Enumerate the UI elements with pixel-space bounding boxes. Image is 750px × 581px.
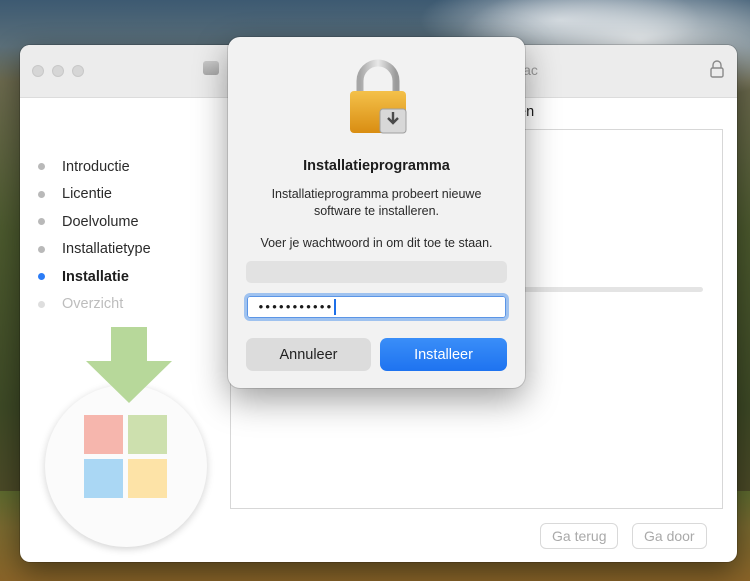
install-button[interactable]: Installeer bbox=[380, 338, 507, 371]
minimize-button[interactable] bbox=[52, 65, 64, 77]
username-field[interactable] bbox=[246, 261, 507, 283]
installer-logo-circle bbox=[45, 385, 207, 547]
logo-tile-blue bbox=[84, 459, 123, 498]
step-label: Licentie bbox=[62, 186, 112, 203]
back-button[interactable]: Ga terug bbox=[540, 523, 619, 549]
step-label: Introductie bbox=[62, 158, 130, 175]
logo-tile-red bbox=[84, 415, 123, 454]
step-licentie: Licentie bbox=[38, 181, 151, 209]
download-arrow-icon bbox=[86, 327, 172, 403]
cancel-button[interactable]: Annuleer bbox=[246, 338, 371, 371]
step-doelvolume: Doelvolume bbox=[38, 208, 151, 236]
step-bullet bbox=[38, 190, 45, 198]
lock-icon[interactable] bbox=[709, 59, 725, 79]
step-label: Overzicht bbox=[62, 296, 124, 313]
step-label: Installatietype bbox=[62, 241, 151, 258]
dialog-title: Installatieprogramma bbox=[303, 158, 450, 174]
step-introductie: Introductie bbox=[38, 153, 151, 181]
step-bullet bbox=[38, 163, 45, 171]
logo-tile-green bbox=[128, 415, 167, 454]
password-field[interactable]: ••••••••••• bbox=[244, 293, 509, 321]
text-caret bbox=[333, 299, 336, 315]
authentication-dialog: Installatieprogramma Installatieprogramm… bbox=[228, 37, 525, 388]
dialog-prompt: Voer je wachtwoord in om dit toe te staa… bbox=[260, 236, 493, 250]
step-bullet bbox=[38, 300, 45, 308]
step-installatietype: Installatietype bbox=[38, 236, 151, 264]
step-installatie: Installatie bbox=[38, 263, 151, 291]
dialog-message: Installatieprogramma probeert nieuwe sof… bbox=[271, 187, 482, 218]
continue-button[interactable]: Ga door bbox=[632, 523, 707, 549]
logo-tile-yellow bbox=[128, 459, 167, 498]
zoom-button[interactable] bbox=[72, 65, 84, 77]
step-overzicht: Overzicht bbox=[38, 291, 151, 319]
step-bullet bbox=[38, 218, 45, 226]
package-icon bbox=[203, 61, 219, 75]
step-label: Installatie bbox=[62, 268, 129, 285]
step-bullet-active bbox=[38, 273, 45, 281]
step-label: Doelvolume bbox=[62, 213, 139, 230]
step-bullet bbox=[38, 245, 45, 253]
padlock-icon bbox=[350, 59, 407, 134]
progress-bar bbox=[500, 287, 703, 292]
password-mask: ••••••••••• bbox=[257, 299, 333, 315]
close-button[interactable] bbox=[32, 65, 44, 77]
installer-steps: Introductie Licentie Doelvolume Installa… bbox=[38, 153, 151, 318]
